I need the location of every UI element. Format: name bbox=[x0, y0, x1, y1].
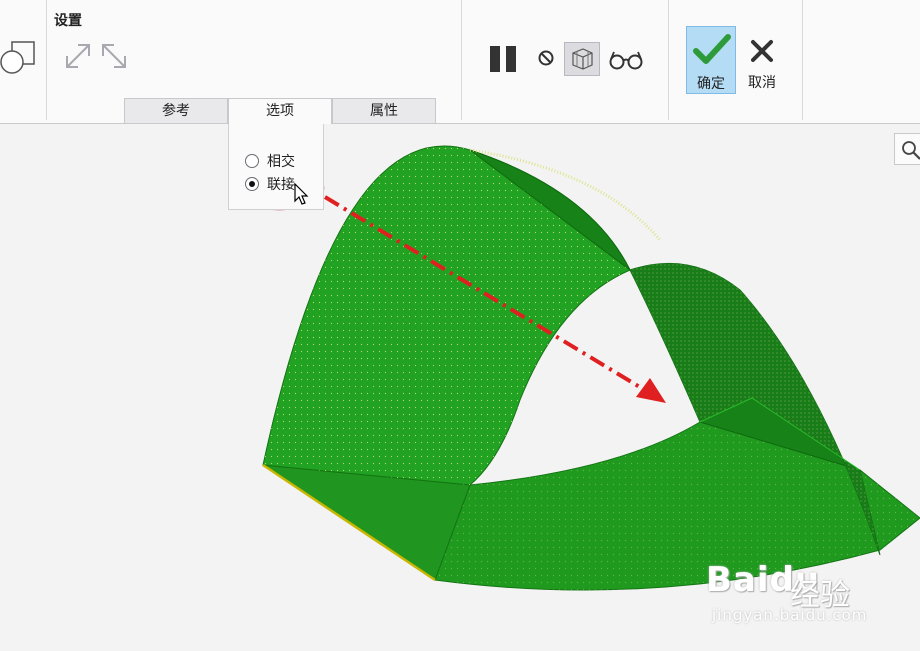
x-icon bbox=[751, 40, 773, 62]
pause-icon[interactable] bbox=[484, 42, 522, 76]
toolbar-divider bbox=[802, 0, 803, 120]
radio-intersect-label: 相交 bbox=[267, 154, 295, 170]
toolbar-divider bbox=[668, 0, 669, 120]
preview-toggle-button[interactable] bbox=[564, 42, 600, 76]
cancel-button[interactable]: 取消 bbox=[740, 26, 784, 94]
wireframe-preview-icon bbox=[572, 48, 593, 70]
zoom-icon bbox=[902, 141, 920, 160]
ribbon-toolbar: 设置 参考 选项 属性 确定 取消 bbox=[0, 0, 920, 124]
surface-model bbox=[262, 145, 920, 591]
watermark-url: jingyan.baidu.com bbox=[712, 606, 868, 624]
mouse-cursor-icon bbox=[294, 183, 309, 205]
shape-icon[interactable] bbox=[0, 38, 40, 78]
glasses-icon[interactable] bbox=[608, 48, 644, 72]
radio-button-intersect[interactable] bbox=[245, 154, 259, 168]
toolbar-divider bbox=[46, 0, 47, 120]
tab-references[interactable]: 参考 bbox=[124, 98, 228, 123]
toolbar-divider bbox=[461, 0, 462, 120]
tab-options[interactable]: 选项 bbox=[228, 98, 332, 124]
flip-direction-icon[interactable] bbox=[64, 42, 92, 70]
flip-side-icon[interactable] bbox=[100, 42, 128, 70]
radio-join-label: 联接 bbox=[267, 177, 295, 193]
no-entry-icon[interactable] bbox=[536, 48, 556, 68]
view-search-button[interactable] bbox=[894, 133, 920, 165]
radio-button-join[interactable] bbox=[245, 177, 259, 191]
settings-group-title: 设置 bbox=[54, 13, 82, 29]
tab-properties[interactable]: 属性 bbox=[332, 98, 436, 123]
ok-button[interactable]: 确定 bbox=[686, 26, 736, 94]
cancel-button-label: 取消 bbox=[748, 75, 776, 91]
checkmark-icon bbox=[693, 34, 731, 64]
ok-button-label: 确定 bbox=[697, 76, 725, 92]
